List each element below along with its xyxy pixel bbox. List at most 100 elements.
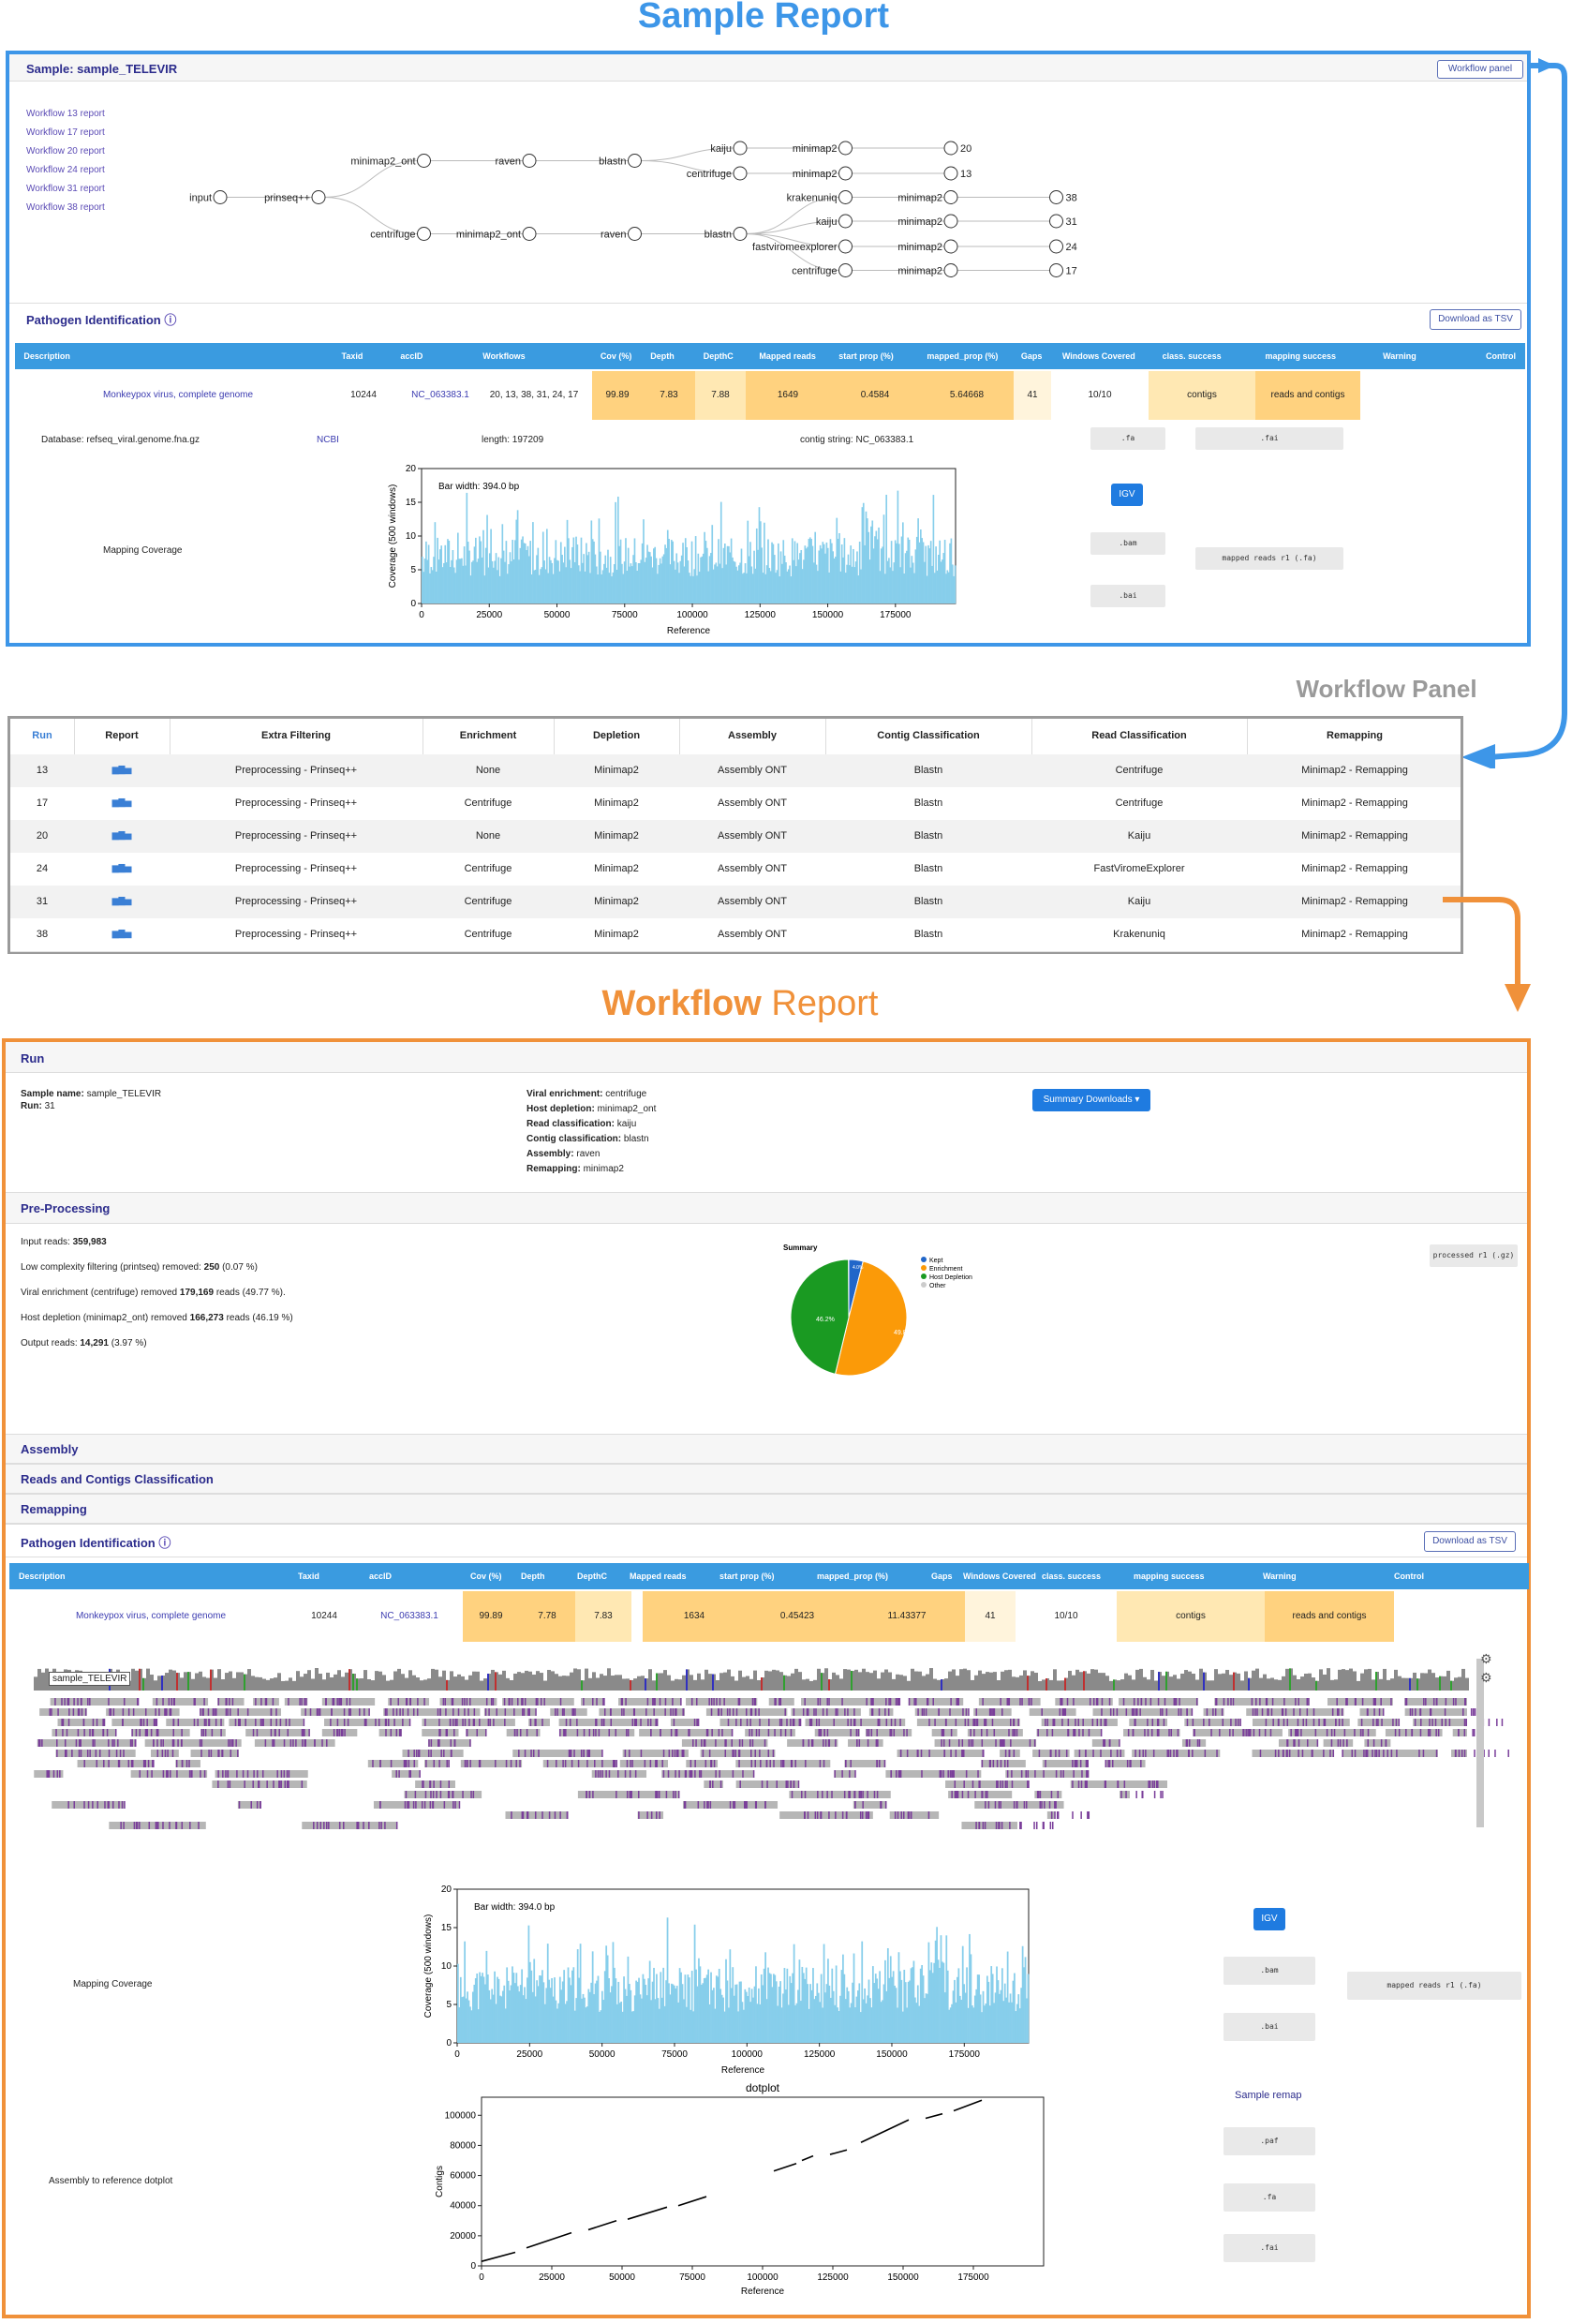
- column-header[interactable]: Taxid: [342, 343, 363, 369]
- table-cell[interactable]: Monkeypox virus, complete genome: [94, 371, 262, 420]
- igv-coverage-bar: [1057, 1680, 1060, 1691]
- column-header[interactable]: Taxid: [298, 1563, 319, 1589]
- fai-button[interactable]: .fai: [1223, 2234, 1315, 2262]
- mapped-reads-button[interactable]: mapped reads r1 (.fa): [1347, 1972, 1521, 2000]
- panel-row[interactable]: 38 ▆▇▅ Preprocessing - Prinseq++ Centrifuge…: [10, 918, 1461, 952]
- column-header[interactable]: Depth: [650, 343, 675, 369]
- column-header[interactable]: Gaps: [931, 1563, 953, 1589]
- igv-coverage-bar: [918, 1671, 922, 1691]
- igv-coverage-bar: [307, 1670, 311, 1691]
- tree-node[interactable]: [838, 190, 853, 204]
- tree-node[interactable]: [733, 141, 748, 156]
- panel-row[interactable]: 20 ▆▇▅ Preprocessing - Prinseq++ None Minima…: [10, 820, 1461, 854]
- fa-button[interactable]: .fa: [1223, 2183, 1315, 2212]
- tree-node[interactable]: [838, 239, 853, 254]
- info-icon[interactable]: ⓘ: [164, 313, 176, 327]
- tree-node[interactable]: [838, 214, 853, 229]
- bai-button[interactable]: .bai: [1223, 2013, 1315, 2041]
- igv-coverage-bar: [334, 1674, 337, 1691]
- tree-node[interactable]: [628, 154, 642, 168]
- table-cell[interactable]: NC_063383.1: [367, 1591, 452, 1642]
- tree-node[interactable]: [838, 166, 853, 181]
- tree-node[interactable]: [213, 190, 228, 204]
- report-chart-icon[interactable]: ▆▇▅: [74, 830, 170, 841]
- igv-coverage-bar: [427, 1678, 431, 1691]
- column-header[interactable]: Warning: [1263, 1563, 1297, 1589]
- tree-node[interactable]: [733, 166, 748, 181]
- igv-coverage-bar: [1128, 1675, 1132, 1691]
- column-header[interactable]: Mapped reads: [759, 343, 816, 369]
- gear-icon[interactable]: ⚙: [1480, 1651, 1492, 1667]
- report-download-tsv-button[interactable]: Download as TSV: [1424, 1531, 1516, 1552]
- info-icon[interactable]: ⓘ: [158, 1536, 171, 1550]
- tree-node[interactable]: [417, 154, 431, 168]
- column-header[interactable]: start prop (%): [719, 1563, 775, 1589]
- report-chart-icon[interactable]: ▆▇▅: [74, 797, 170, 808]
- igv-coverage-bar: [1461, 1668, 1465, 1691]
- report-chart-icon[interactable]: ▆▇▅: [74, 896, 170, 906]
- column-header[interactable]: Control: [1394, 1563, 1424, 1589]
- column-header[interactable]: class. success: [1042, 1563, 1101, 1589]
- tree-node[interactable]: [417, 227, 431, 241]
- tree-node[interactable]: [522, 154, 537, 168]
- column-header[interactable]: Cov (%): [601, 343, 632, 369]
- column-header[interactable]: mapping success: [1134, 1563, 1205, 1589]
- y-tick-label: 15: [441, 1923, 452, 1933]
- igv-coverage-bar: [611, 1676, 615, 1691]
- igv-browser[interactable]: [34, 1649, 1533, 1837]
- paf-button[interactable]: .paf: [1223, 2127, 1315, 2155]
- igv-read: [302, 1822, 397, 1829]
- assembly-header[interactable]: Assembly: [21, 1442, 78, 1456]
- igv-coverage-bar: [1124, 1673, 1128, 1691]
- column-header[interactable]: mapped_prop (%): [817, 1563, 888, 1589]
- column-header[interactable]: Mapped reads: [630, 1563, 687, 1589]
- column-header[interactable]: accID: [369, 1563, 392, 1589]
- column-header[interactable]: Description: [19, 1563, 66, 1589]
- column-header[interactable]: Description: [23, 343, 70, 369]
- column-header[interactable]: Windows Covered: [963, 1563, 1036, 1589]
- panel-row[interactable]: 31 ▆▇▅ Preprocessing - Prinseq++ Centrifuge…: [10, 886, 1461, 919]
- gear-icon[interactable]: ⚙: [1480, 1670, 1492, 1686]
- report-chart-icon[interactable]: ▆▇▅: [74, 929, 170, 939]
- summary-downloads-button[interactable]: Summary Downloads ▾: [1032, 1089, 1150, 1111]
- tree-node-label: minimap2_ont: [350, 156, 415, 168]
- igv-coverage-bar: [884, 1669, 888, 1691]
- tree-node[interactable]: [311, 190, 326, 204]
- panel-row[interactable]: 17 ▆▇▅ Preprocessing - Prinseq++ Centrifuge…: [10, 787, 1461, 821]
- column-header[interactable]: Depth: [521, 1563, 545, 1589]
- panel-column-header[interactable]: Run: [10, 730, 74, 741]
- dotplot-title: dotplot: [746, 2082, 780, 2094]
- report-chart-icon[interactable]: ▆▇▅: [74, 863, 170, 873]
- bam-button[interactable]: .bam: [1223, 1957, 1315, 1985]
- igv-read: [700, 1750, 776, 1757]
- ncbi-link[interactable]: NCBI: [317, 435, 339, 445]
- column-header[interactable]: Workflows: [482, 343, 525, 369]
- panel-row[interactable]: 13 ▆▇▅ Preprocessing - Prinseq++ None Minima…: [10, 754, 1461, 788]
- igv-button[interactable]: IGV: [1253, 1908, 1285, 1930]
- table-cell[interactable]: NC_063383.1: [403, 371, 478, 420]
- column-header[interactable]: start prop (%): [838, 343, 894, 369]
- pie-label: 46.2%: [816, 1317, 835, 1323]
- table-cell[interactable]: Monkeypox virus, complete genome: [43, 1591, 259, 1642]
- column-header[interactable]: DepthC: [704, 343, 734, 369]
- tree-node[interactable]: [733, 227, 748, 241]
- igv-read: [599, 1708, 686, 1716]
- processed-r1-button[interactable]: processed r1 (.gz): [1430, 1244, 1518, 1267]
- report-chart-icon[interactable]: ▆▇▅: [74, 765, 170, 775]
- tree-node[interactable]: [838, 263, 853, 277]
- panel-column-header: Enrichment: [459, 730, 517, 741]
- reads-contigs-header[interactable]: Reads and Contigs Classification: [21, 1472, 214, 1486]
- panel-row[interactable]: 24 ▆▇▅ Preprocessing - Prinseq++ Centrifuge…: [10, 853, 1461, 886]
- tree-node[interactable]: [628, 227, 642, 241]
- workflow-report-frame: Run Sample name: sample_TELEVIR Run: 31 …: [2, 1038, 1531, 2318]
- y-tick-label: 5: [446, 2000, 452, 2010]
- igv-coverage-bar: [1034, 1673, 1038, 1691]
- column-header[interactable]: Cov (%): [470, 1563, 502, 1589]
- column-header[interactable]: accID: [400, 343, 423, 369]
- igv-coverage-bar: [1372, 1679, 1375, 1691]
- remapping-header[interactable]: Remapping: [21, 1502, 87, 1516]
- tree-node[interactable]: [838, 141, 853, 156]
- sample-remap-link[interactable]: Sample remap: [1235, 2090, 1302, 2101]
- column-header[interactable]: DepthC: [577, 1563, 607, 1589]
- tree-node[interactable]: [522, 227, 537, 241]
